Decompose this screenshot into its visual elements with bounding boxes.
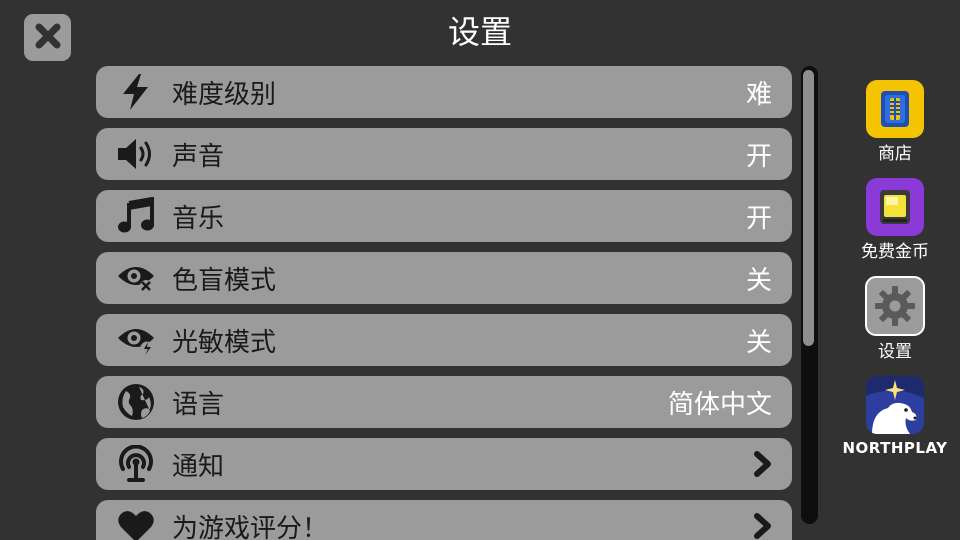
eye-colorblind-icon [116,258,156,298]
sidebar-item-northplay[interactable]: NORTHPLAY [840,376,950,457]
setting-row-notifications[interactable]: 通知 [96,438,792,490]
heart-icon [116,506,156,540]
notification-icon [116,444,156,484]
gear-icon [865,276,925,336]
setting-label: 语言 [172,389,225,420]
lightning-icon [116,72,156,112]
setting-value: 难 [745,79,772,110]
music-note-icon [116,196,156,236]
shop-icon [866,80,924,138]
sidebar-item-free-coins[interactable]: 免费金币 [840,178,950,262]
globe-icon [116,382,156,422]
setting-row-difficulty[interactable]: 难度级别 难 [96,66,792,118]
northplay-logo-icon [866,376,924,434]
setting-row-sound[interactable]: 声音 开 [96,128,792,180]
sidebar-item-label: 设置 [878,342,912,362]
setting-value: 关 [745,265,772,296]
setting-label: 音乐 [172,203,225,234]
setting-value: 开 [745,203,772,234]
sidebar-item-shop[interactable]: 商店 [840,80,950,164]
setting-label: 为游戏评分！ [172,513,329,540]
eye-photosensitive-icon [116,320,156,360]
sidebar-item-settings[interactable]: 设置 [840,276,950,362]
page-title: 设置 [447,13,512,51]
setting-label: 光敏模式 [172,327,277,358]
setting-row-rate-game[interactable]: 为游戏评分！ [96,500,792,540]
settings-list[interactable]: 难度级别 难 声音 开 音乐 开 色盲模式 关 光敏模式 关 语言 简体中文 通… [96,64,794,540]
scrollbar-thumb[interactable] [803,70,814,346]
speaker-icon [116,134,156,174]
chevron-right-icon [752,512,774,540]
northplay-wordmark: NORTHPLAY [842,439,948,457]
setting-label: 声音 [172,141,225,172]
chevron-right-icon [752,450,774,478]
tv-coins-icon [866,178,924,236]
setting-row-music[interactable]: 音乐 开 [96,190,792,242]
setting-row-photosensitive-mode[interactable]: 光敏模式 关 [96,314,792,366]
setting-row-language[interactable]: 语言 简体中文 [96,376,792,428]
setting-label: 色盲模式 [172,265,277,296]
setting-value: 关 [745,327,772,358]
setting-value: 开 [745,141,772,172]
setting-label: 难度级别 [172,79,277,110]
sidebar-item-label: 免费金币 [861,242,929,262]
setting-row-colorblind-mode[interactable]: 色盲模式 关 [96,252,792,304]
setting-label: 通知 [172,451,225,482]
setting-value: 简体中文 [667,389,772,420]
sidebar-item-label: 商店 [878,144,912,164]
